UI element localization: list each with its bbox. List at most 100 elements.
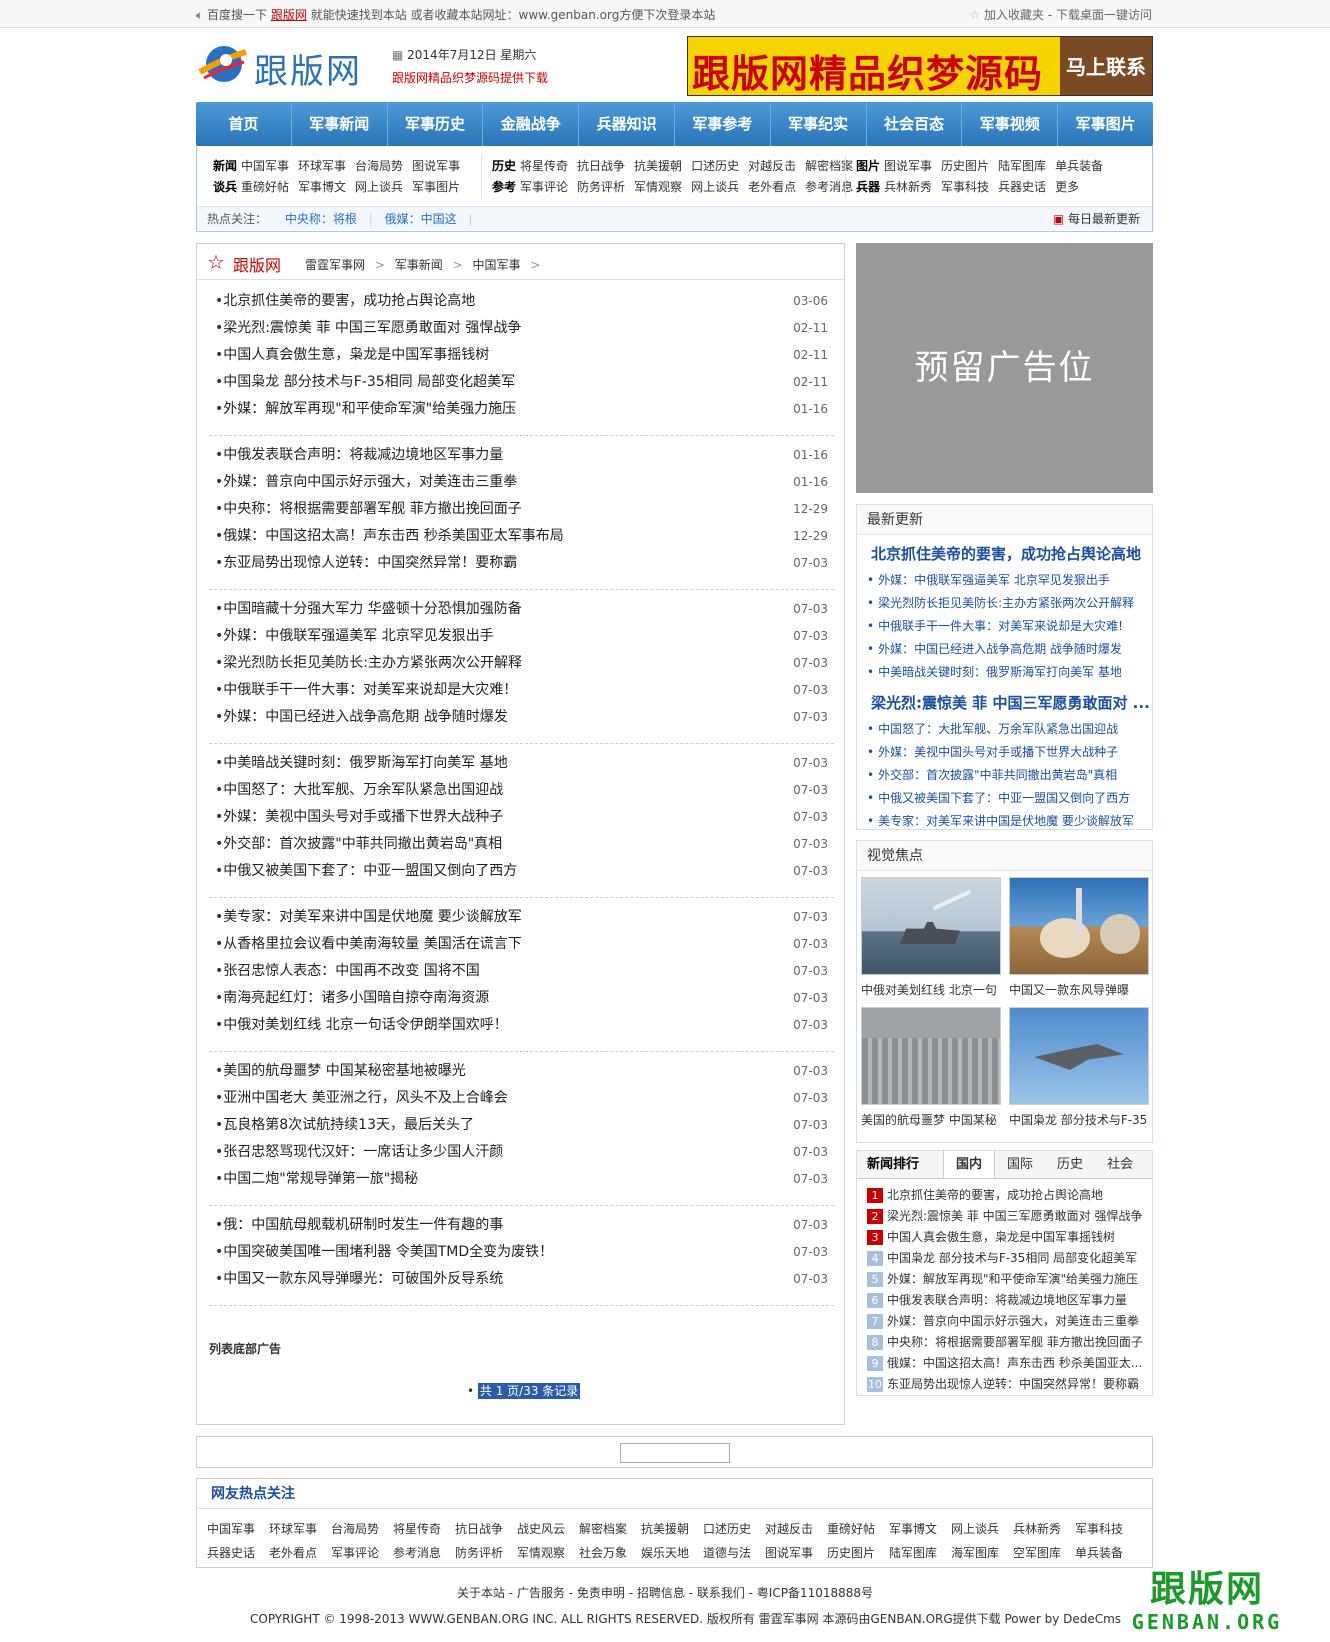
subnav-heading[interactable]: 谈兵 bbox=[213, 180, 237, 194]
subnav-link[interactable]: 图说军事 bbox=[884, 159, 932, 173]
news-title[interactable]: 中央称：将根据需要部署军舰 菲方撤出挽回面子 bbox=[223, 501, 521, 517]
news-title[interactable]: 中国怒了：大批军舰、万余军队紧急出国迎战 bbox=[223, 782, 503, 798]
focus-pic-3[interactable]: 美国的航母噩梦 中国某秘 bbox=[861, 1007, 1001, 1128]
news-title[interactable]: 外交部：首次披露"中菲共同撤出黄岩岛"真相 bbox=[223, 836, 502, 852]
nav-item[interactable]: 金融战争 bbox=[483, 102, 580, 146]
nav-item[interactable]: 兵器知识 bbox=[579, 102, 675, 146]
tab-society[interactable]: 社会 bbox=[1095, 1151, 1145, 1178]
hot-link[interactable]: 空军图库 bbox=[1013, 1541, 1075, 1565]
hot-link[interactable]: 军情观察 bbox=[517, 1541, 579, 1565]
nav-item[interactable]: 军事历史 bbox=[388, 102, 484, 146]
hot-link-2[interactable]: 俄媒：中国这 bbox=[385, 212, 457, 226]
subnav-link[interactable]: 历史图片 bbox=[941, 159, 989, 173]
news-item[interactable]: •中俄又被美国下套了：中亚一盟国又倒向了西方 07-03 bbox=[209, 858, 834, 885]
news-title[interactable]: 中俄联手干一件大事：对美军来说却是大灾难！ bbox=[223, 682, 517, 698]
hot-link[interactable]: 兵林新秀 bbox=[1013, 1517, 1075, 1541]
subnav-link[interactable]: 兵林新秀 bbox=[884, 180, 932, 194]
latest-headline-2[interactable]: 梁光烈:震惊美 菲 中国三军愿勇敢面对 ... bbox=[857, 688, 1152, 718]
subnav-link[interactable]: 军事科技 bbox=[941, 180, 989, 194]
header-banner-ad[interactable]: 跟版网精品织梦源码 马上联系 bbox=[687, 36, 1153, 96]
latest-item[interactable]: • 外交部：首次披露"中菲共同撤出黄岩岛"真相 bbox=[857, 764, 1152, 787]
subnav-link[interactable]: 中国军事 bbox=[241, 159, 289, 173]
hot-link[interactable]: 中国军事 bbox=[207, 1517, 269, 1541]
news-item[interactable]: •外媒：中俄联军强逼美军 北京罕见发狠出手 07-03 bbox=[209, 623, 834, 650]
subnav-link[interactable]: 抗日战争 bbox=[577, 159, 625, 173]
news-item[interactable]: •中国枭龙 部分技术与F-35相同 局部变化超美军 02-11 bbox=[209, 369, 834, 396]
subnav-link[interactable]: 军事图片 bbox=[412, 180, 460, 194]
hot-link[interactable]: 道德与法 bbox=[703, 1541, 765, 1565]
news-title[interactable]: 从香格里拉会议看中美南海较量 美国活在谎言下 bbox=[223, 936, 521, 952]
hot-link-1[interactable]: 中央称：将根 bbox=[285, 212, 357, 226]
ranking-item[interactable]: 6 中俄发表联合声明：将裁减边境地区军事力量 bbox=[857, 1290, 1152, 1311]
news-title[interactable]: 中俄发表联合声明：将裁减边境地区军事力量 bbox=[223, 447, 503, 463]
header-slogan[interactable]: 跟版网精品织梦源码提供下载 bbox=[392, 69, 672, 86]
news-item[interactable]: •从香格里拉会议看中美南海较量 美国活在谎言下 07-03 bbox=[209, 931, 834, 958]
nav-item[interactable]: 军事图片 bbox=[1058, 102, 1153, 146]
subnav-link[interactable]: 对越反击 bbox=[748, 159, 796, 173]
news-item[interactable]: •外媒：普京向中国示好示强大，对美连击三重拳 01-16 bbox=[209, 469, 834, 496]
subnav-link[interactable]: 军事博文 bbox=[298, 180, 346, 194]
news-title[interactable]: 中俄又被美国下套了：中亚一盟国又倒向了西方 bbox=[223, 863, 517, 879]
news-title[interactable]: 东亚局势出现惊人逆转：中国突然异常！要称霸 bbox=[223, 555, 517, 571]
latest-headline-1[interactable]: 北京抓住美帝的要害，成功抢占舆论高地 bbox=[857, 539, 1152, 569]
ranking-item[interactable]: 7 外媒：普京向中国示好示强大，对美连击三重拳 bbox=[857, 1311, 1152, 1332]
subnav-link[interactable]: 抗美援朝 bbox=[634, 159, 682, 173]
notice-brand-link[interactable]: 跟版网 bbox=[271, 8, 307, 22]
news-title[interactable]: 外媒：中俄联军强逼美军 北京罕见发狠出手 bbox=[223, 628, 493, 644]
latest-item[interactable]: • 外媒：中俄联军强逼美军 北京罕见发狠出手 bbox=[857, 569, 1152, 592]
subnav-link[interactable]: 老外看点 bbox=[748, 180, 796, 194]
news-title[interactable]: 瓦良格第8次试航持续13天，最后关头了 bbox=[223, 1117, 474, 1133]
news-item[interactable]: •北京抓住美帝的要害，成功抢占舆论高地 03-06 bbox=[209, 288, 834, 315]
nav-item[interactable]: 社会百态 bbox=[867, 102, 963, 146]
hot-link[interactable]: 历史图片 bbox=[827, 1541, 889, 1565]
news-item[interactable]: •外媒：中国已经进入战争高危期 战争随时爆发 07-03 bbox=[209, 704, 834, 731]
hot-link[interactable]: 社会万象 bbox=[579, 1541, 641, 1565]
subnav-link[interactable]: 兵器史话 bbox=[998, 180, 1046, 194]
focus-pic-2[interactable]: 中国又一款东风导弹曝 bbox=[1009, 877, 1149, 998]
ranking-item[interactable]: 8 中央称：将根据需要部署军舰 菲方撤出挽回面子 bbox=[857, 1332, 1152, 1353]
news-item[interactable]: •梁光烈:震惊美 菲 中国三军愿勇敢面对 强悍战争 02-11 bbox=[209, 315, 834, 342]
focus-pic-4[interactable]: 中国枭龙 部分技术与F-35 bbox=[1009, 1007, 1149, 1128]
news-item[interactable]: •外媒：美视中国头号对手或播下世界大战种子 07-03 bbox=[209, 804, 834, 831]
breadcrumb-home[interactable]: 雷霆军事网 bbox=[305, 258, 365, 272]
latest-item[interactable]: • 梁光烈防长拒见美防长:主办方紧张两次公开解释 bbox=[857, 592, 1152, 615]
news-item[interactable]: •张召忠惊人表态：中国再不改变 国将不国 07-03 bbox=[209, 958, 834, 985]
breadcrumb-news[interactable]: 军事新闻 bbox=[395, 258, 443, 272]
hot-link[interactable]: 口述历史 bbox=[703, 1517, 765, 1541]
hot-link[interactable]: 参考消息 bbox=[393, 1541, 455, 1565]
news-item[interactable]: •中国怒了：大批军舰、万余军队紧急出国迎战 07-03 bbox=[209, 777, 834, 804]
news-title[interactable]: 美专家：对美军来讲中国是伏地魔 要少谈解放军 bbox=[223, 909, 521, 925]
news-title[interactable]: 美国的航母噩梦 中国某秘密基地被曝光 bbox=[223, 1063, 465, 1079]
news-title[interactable]: 中国又一款东风导弹曝光：可破国外反导系统 bbox=[223, 1271, 503, 1287]
hot-link[interactable]: 对越反击 bbox=[765, 1517, 827, 1541]
news-title[interactable]: 亚洲中国老大 美亚洲之行，风头不及上合峰会 bbox=[223, 1090, 507, 1106]
subnav-link[interactable]: 单兵装备 bbox=[1055, 159, 1103, 173]
news-item[interactable]: •瓦良格第8次试航持续13天，最后关头了 07-03 bbox=[209, 1112, 834, 1139]
subnav-link[interactable]: 台海局势 bbox=[355, 159, 403, 173]
desktop-shortcut-link[interactable]: 下载桌面一键访问 bbox=[1056, 8, 1152, 22]
hot-link[interactable]: 环球军事 bbox=[269, 1517, 331, 1541]
news-item[interactable]: •中国二炮"常规导弹第一旅"揭秘 07-03 bbox=[209, 1166, 834, 1193]
news-title[interactable]: 俄媒：中国这招太高！声东击西 秒杀美国亚太军事布局 bbox=[223, 528, 563, 544]
news-item[interactable]: •中国暗藏十分强大军力 华盛顿十分恐惧加强防备 07-03 bbox=[209, 596, 834, 623]
hot-link[interactable]: 抗日战争 bbox=[455, 1517, 517, 1541]
news-title[interactable]: 外媒：美视中国头号对手或播下世界大战种子 bbox=[223, 809, 503, 825]
ranking-item[interactable]: 5 外媒：解放军再现"和平使命军演"给美强力施压 bbox=[857, 1269, 1152, 1290]
subnav-heading[interactable]: 兵器 bbox=[856, 180, 880, 194]
nav-item[interactable]: 军事参考 bbox=[675, 102, 771, 146]
news-title[interactable]: 外媒：普京向中国示好示强大，对美连击三重拳 bbox=[223, 474, 517, 490]
hot-link[interactable]: 兵器史话 bbox=[207, 1541, 269, 1565]
nav-item[interactable]: 首页 bbox=[196, 102, 292, 146]
ranking-item[interactable]: 3 中国人真会傲生意，枭龙是中国军事摇钱树 bbox=[857, 1227, 1152, 1248]
latest-item[interactable]: • 外媒：中国已经进入战争高危期 战争随时爆发 bbox=[857, 638, 1152, 661]
subnav-heading[interactable]: 参考 bbox=[492, 180, 516, 194]
news-title[interactable]: 俄：中国航母舰载机研制时发生一件有趣的事 bbox=[223, 1217, 503, 1233]
subnav-link[interactable]: 陆军图库 bbox=[998, 159, 1046, 173]
hot-link[interactable]: 图说军事 bbox=[765, 1541, 827, 1565]
hot-link[interactable]: 海军图库 bbox=[951, 1541, 1013, 1565]
hot-link[interactable]: 老外看点 bbox=[269, 1541, 331, 1565]
nav-item[interactable]: 军事纪实 bbox=[771, 102, 867, 146]
news-item[interactable]: •美专家：对美军来讲中国是伏地魔 要少谈解放军 07-03 bbox=[209, 904, 834, 931]
site-logo[interactable]: 跟版网 bbox=[196, 38, 386, 92]
news-item[interactable]: •东亚局势出现惊人逆转：中国突然异常！要称霸 07-03 bbox=[209, 550, 834, 577]
